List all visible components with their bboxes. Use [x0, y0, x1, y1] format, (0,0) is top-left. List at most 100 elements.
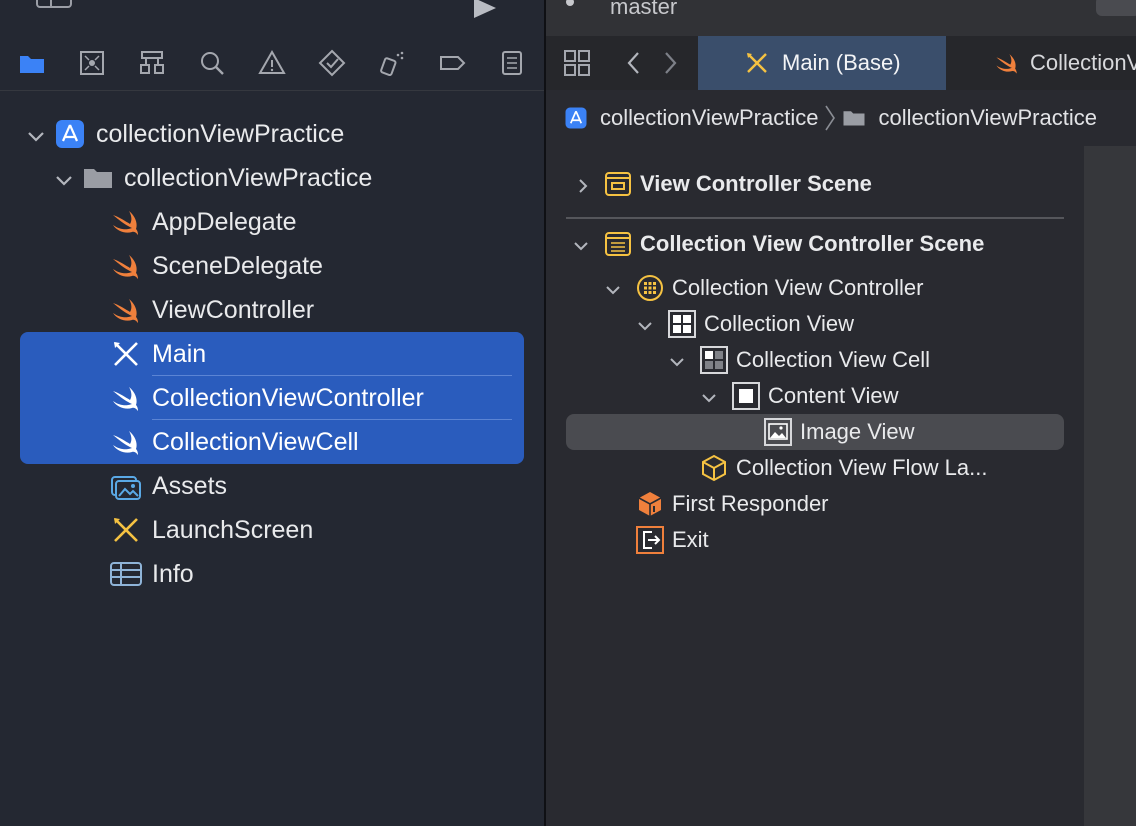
app-project-icon — [54, 118, 86, 150]
chevron-down-icon[interactable] — [54, 168, 74, 188]
chevron-down-icon[interactable] — [604, 279, 622, 297]
scene-separator — [566, 217, 1064, 219]
exit-icon — [636, 526, 664, 554]
chevron-down-icon[interactable] — [636, 315, 654, 333]
tree-item-label: Info — [152, 559, 194, 588]
folder-icon[interactable] — [17, 48, 47, 78]
chevron-left-icon[interactable] — [626, 51, 642, 80]
tree-item-label: Main — [152, 339, 207, 368]
plist-icon — [110, 558, 142, 590]
run-icon[interactable] — [474, 0, 496, 18]
outline-item-exit[interactable]: Exit — [546, 522, 1084, 558]
collection-view-icon — [668, 310, 696, 338]
tree-item-label: ViewController — [152, 295, 315, 324]
debug-icon[interactable] — [377, 48, 407, 78]
breakpoint-icon[interactable] — [437, 48, 467, 78]
outline-item-label: Collection View Cell — [736, 347, 931, 372]
first-responder-icon — [636, 490, 664, 518]
scene-icon — [604, 230, 632, 258]
chevron-down-icon[interactable] — [572, 235, 590, 253]
outline-item-label: Collection View Controller Scene — [640, 231, 985, 256]
chevron-right-icon[interactable] — [662, 51, 678, 80]
jumpbar-folder[interactable]: collectionViewPractice — [878, 105, 1096, 131]
outline-item-label: Collection View — [704, 311, 855, 336]
chevron-down-icon[interactable] — [668, 351, 686, 369]
tree-item-folder[interactable]: collectionViewPractice — [0, 156, 544, 200]
outline-item-flow-layout[interactable]: Collection View Flow La... — [546, 450, 1084, 486]
tree-item-file-selected[interactable]: Main — [0, 332, 544, 376]
navigator-toolbar — [0, 36, 544, 91]
outline-item-content-view[interactable]: Content View — [546, 378, 1084, 414]
test-icon[interactable] — [317, 48, 347, 78]
outline-item-view-controller-scene[interactable]: View Controller Scene — [546, 166, 1084, 202]
storyboard-icon — [110, 514, 142, 546]
storyboard-canvas[interactable] — [1084, 146, 1136, 826]
tree-item-file[interactable]: SceneDelegate — [0, 244, 544, 288]
tree-item-file-selected[interactable]: CollectionViewCell — [0, 420, 544, 464]
tab-main-base[interactable]: Main (Base) — [698, 36, 946, 90]
outline-item-image-view[interactable]: Image View — [546, 414, 1084, 450]
tab-label: Main (Base) — [782, 50, 901, 75]
outline-item-label: Exit — [672, 527, 709, 552]
folder-icon — [842, 106, 866, 130]
collection-view-controller-icon — [636, 274, 664, 302]
sidebar-toggle-icon[interactable] — [36, 0, 72, 8]
tree-item-file[interactable]: AppDelegate — [0, 200, 544, 244]
chevron-down-icon[interactable] — [700, 387, 718, 405]
tree-item-file[interactable]: Assets — [0, 464, 544, 508]
related-items-icon[interactable] — [564, 50, 590, 81]
tree-item-label: Assets — [152, 471, 228, 500]
outline-item-collection-view[interactable]: Collection View — [546, 306, 1084, 342]
chevron-down-icon[interactable] — [26, 124, 46, 144]
app-project-icon — [564, 106, 588, 130]
outline-item-label: View Controller Scene — [640, 171, 872, 196]
outline-item-label: Collection View Flow La... — [736, 455, 988, 480]
source-control-icon[interactable] — [77, 48, 107, 78]
outline-item-label: Collection View Controller — [672, 275, 924, 300]
outline-item-label: Content View — [768, 383, 899, 408]
swift-file-icon — [110, 382, 142, 414]
outline-item-label: First Responder — [672, 491, 829, 516]
view-icon — [732, 382, 760, 410]
jumpbar-project[interactable]: collectionViewPractice — [600, 105, 818, 131]
chevron-right-icon[interactable] — [574, 175, 592, 193]
tree-item-file[interactable]: Info — [0, 552, 544, 596]
tree-item-label: LaunchScreen — [152, 515, 314, 544]
tree-item-label: collectionViewPractice — [96, 119, 345, 148]
outline-item-collection-view-cell[interactable]: Collection View Cell — [546, 342, 1084, 378]
project-navigator: collectionViewPractice collectionViewPra… — [0, 0, 544, 826]
outline-item-collection-view-controller-scene[interactable]: Collection View Controller Scene — [546, 226, 1084, 262]
swift-file-icon — [994, 50, 1020, 76]
branch-label[interactable]: master — [610, 0, 677, 20]
tree-item-label: CollectionViewController — [152, 383, 424, 412]
editor-tab-bar: Main (Base) CollectionV — [546, 36, 1136, 91]
folder-icon — [82, 162, 114, 194]
swift-file-icon — [110, 294, 142, 326]
editor-area: master Main (Base) CollectionV collectio… — [546, 0, 1136, 826]
swift-file-icon — [110, 250, 142, 282]
tree-item-file[interactable]: ViewController — [0, 288, 544, 332]
tree-item-project[interactable]: collectionViewPractice — [0, 112, 544, 156]
branch-icon — [566, 0, 574, 6]
tree-item-file-selected[interactable]: CollectionViewController — [0, 376, 544, 420]
storyboard-icon — [110, 338, 142, 370]
document-outline: View Controller Scene Collection View Co… — [546, 146, 1084, 826]
search-icon[interactable] — [197, 48, 227, 78]
navigator-top-bar — [0, 0, 544, 30]
warning-icon[interactable] — [257, 48, 287, 78]
outline-item-first-responder[interactable]: First Responder — [546, 486, 1084, 522]
chevron-right-icon — [824, 105, 836, 131]
report-icon[interactable] — [497, 48, 527, 78]
editor-top-bar: master — [546, 0, 1136, 36]
toolbar-button-icon[interactable] — [1096, 0, 1136, 16]
tree-item-label: CollectionViewCell — [152, 427, 359, 456]
image-view-icon — [764, 418, 792, 446]
asset-catalog-icon — [110, 470, 142, 502]
hierarchy-icon[interactable] — [137, 48, 167, 78]
tab-collection-view-controller[interactable]: CollectionV — [994, 36, 1136, 90]
outline-item-collection-view-controller[interactable]: Collection View Controller — [546, 270, 1084, 306]
outline-item-label: Image View — [800, 419, 915, 444]
scene-icon — [604, 170, 632, 198]
tree-item-label: collectionViewPractice — [124, 163, 373, 192]
tree-item-file[interactable]: LaunchScreen — [0, 508, 544, 552]
